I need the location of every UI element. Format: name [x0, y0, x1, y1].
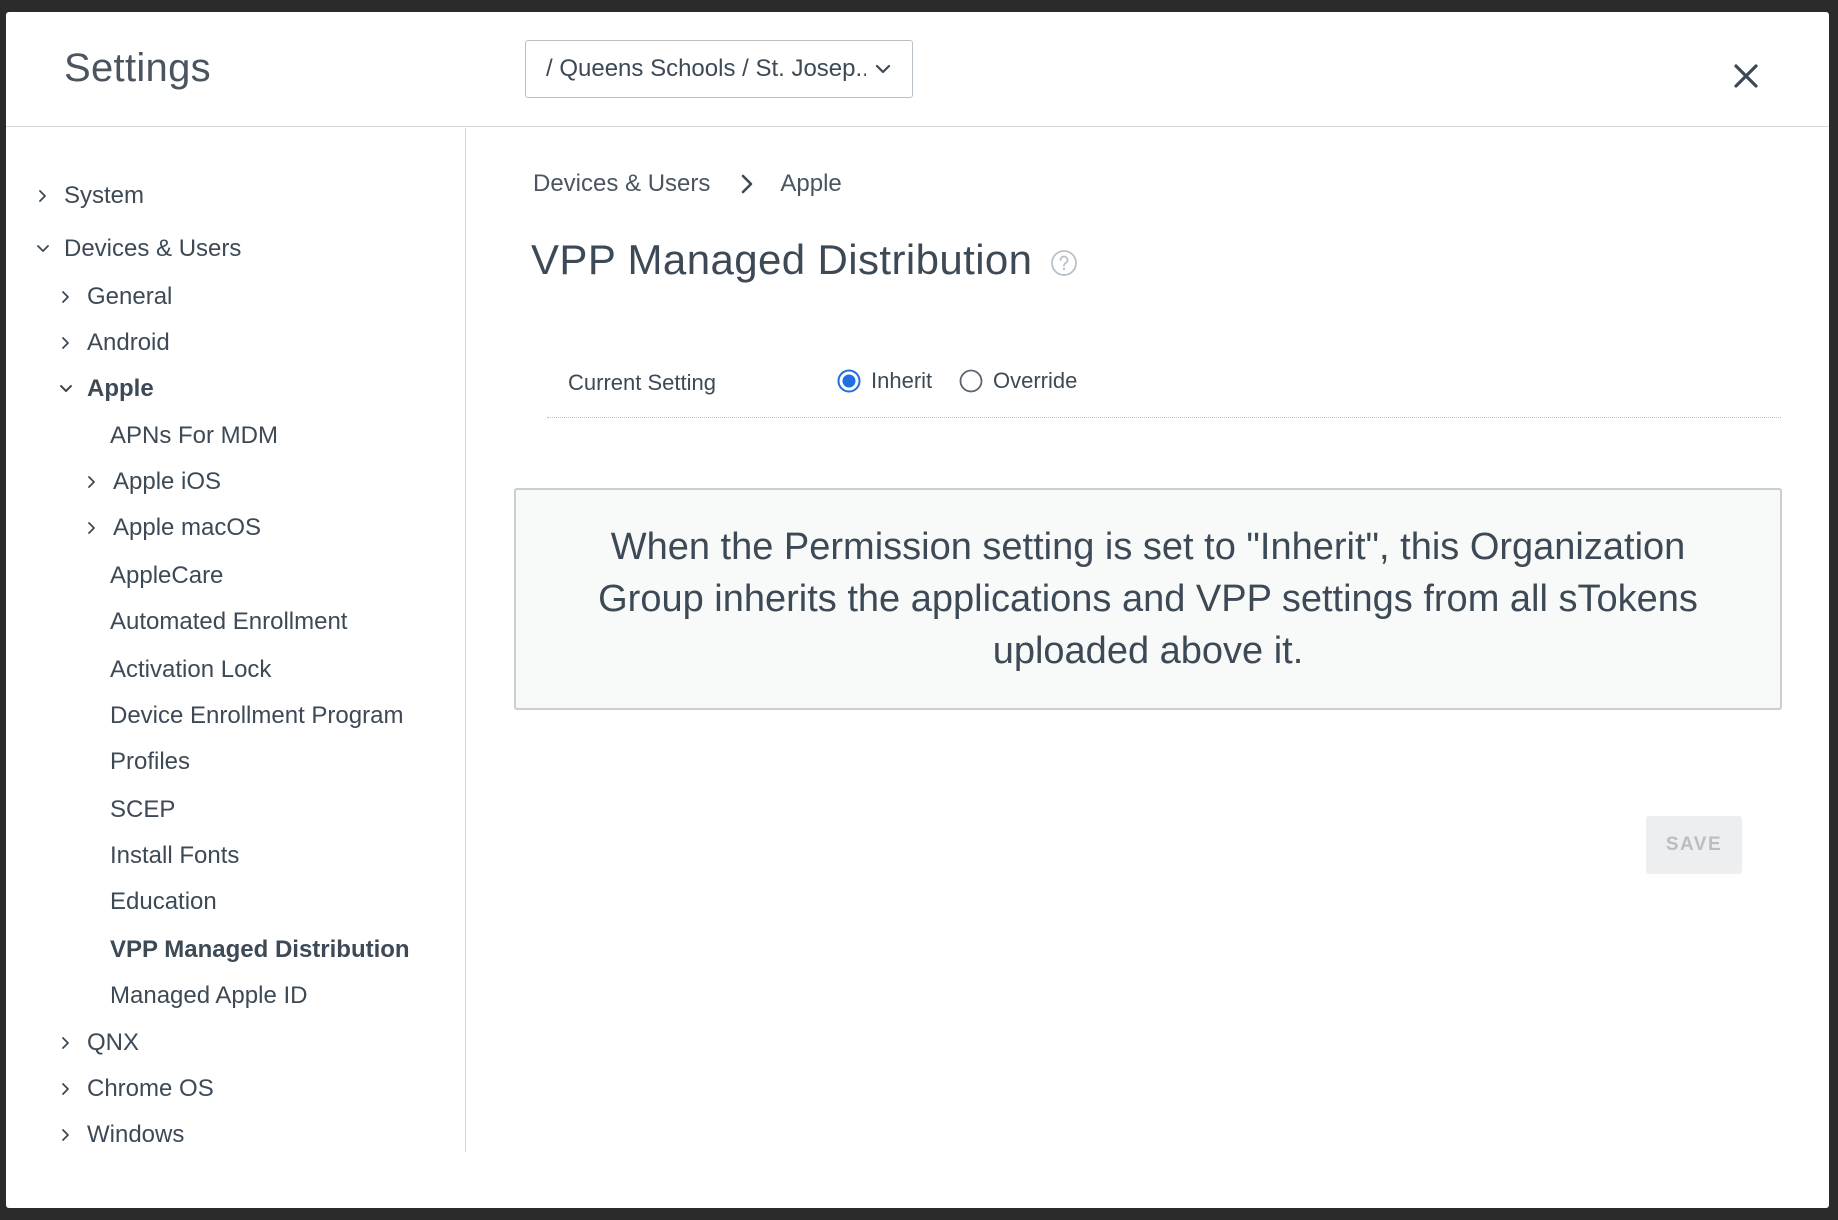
sidebar-item-qnx[interactable]: QNX	[59, 1029, 139, 1057]
sidebar-item-label: Managed Apple ID	[110, 982, 308, 1009]
sidebar-item-education[interactable]: Education	[110, 888, 217, 916]
sidebar-item-devices-users[interactable]: Devices & Users	[36, 235, 241, 263]
inherit-info-box: When the Permission setting is set to "I…	[514, 488, 1782, 710]
radio-override-label: Override	[993, 368, 1078, 393]
settings-modal: Settings / Queens Schools / St. Josep...…	[6, 12, 1829, 1208]
close-icon[interactable]	[1726, 56, 1766, 96]
sidebar-item-label: Android	[87, 329, 170, 356]
sidebar-item-label: Devices & Users	[64, 235, 242, 262]
modal-title: Settings	[64, 46, 211, 90]
sidebar-item-apple[interactable]: Apple	[59, 375, 154, 403]
sidebar-item-chrome-os[interactable]: Chrome OS	[59, 1075, 214, 1103]
sidebar-item-managed-apple-id[interactable]: Managed Apple ID	[110, 982, 307, 1010]
sidebar-item-vpp-managed-distribution[interactable]: VPP Managed Distribution	[110, 936, 410, 964]
sidebar-item-device-enrollment-program[interactable]: Device Enrollment Program	[110, 702, 403, 730]
sidebar-item-activation-lock[interactable]: Activation Lock	[110, 656, 271, 684]
current-setting-label: Current Setting	[568, 370, 716, 395]
chevron-down-icon	[37, 245, 49, 252]
sidebar-item-label: Apple macOS	[113, 514, 262, 541]
chevron-down-icon	[875, 64, 891, 74]
radio-inherit-label: Inherit	[871, 368, 933, 393]
radio-inherit[interactable]: Inherit	[837, 368, 932, 394]
sidebar-item-label: Device Enrollment Program	[110, 702, 404, 729]
sidebar-item-install-fonts[interactable]: Install Fonts	[110, 842, 239, 870]
chevron-right-icon	[62, 337, 69, 349]
chevron-right-icon	[62, 291, 69, 303]
sidebar-item-label: Chrome OS	[87, 1075, 214, 1102]
modal-header: Settings / Queens Schools / St. Josep...	[6, 12, 1829, 127]
radio-override[interactable]: Override	[959, 368, 1077, 394]
organization-group-select-value: / Queens Schools / St. Josep...	[546, 55, 866, 82]
sidebar-item-label: Education	[110, 888, 217, 915]
sidebar-item-profiles[interactable]: Profiles	[110, 748, 190, 776]
chevron-down-icon	[60, 385, 72, 392]
sidebar-item-apns-for-mdm[interactable]: APNs For MDM	[110, 422, 278, 450]
sidebar-item-label: Profiles	[110, 748, 191, 775]
sidebar-item-apple-ios[interactable]: Apple iOS	[85, 468, 221, 496]
sidebar-item-label: Activation Lock	[110, 656, 272, 683]
sidebar-item-automated-enrollment[interactable]: Automated Enrollment	[110, 608, 347, 636]
sidebar-item-label: Install Fonts	[110, 842, 240, 869]
sidebar-item-general[interactable]: General	[59, 283, 172, 311]
chevron-right-icon	[62, 1083, 69, 1095]
chevron-right-icon	[88, 476, 95, 488]
breadcrumb-item-devices-users[interactable]: Devices & Users	[533, 170, 710, 198]
sidebar-item-label: VPP Managed Distribution	[110, 936, 410, 963]
sidebar-item-apple-macos[interactable]: Apple macOS	[85, 514, 261, 542]
sidebar-item-label: General	[87, 283, 173, 310]
chevron-right-icon	[62, 1129, 69, 1141]
sidebar-item-label: SCEP	[110, 796, 176, 823]
radio-unselected-icon	[959, 369, 983, 393]
chevron-right-icon	[88, 522, 95, 534]
page-title-text: VPP Managed Distribution	[531, 236, 1033, 283]
sidebar-item-system[interactable]: System	[36, 182, 144, 210]
sidebar-item-android[interactable]: Android	[59, 329, 170, 357]
chevron-right-icon	[742, 174, 753, 194]
sidebar-item-label: Windows	[87, 1121, 185, 1148]
help-circle-icon[interactable]	[1050, 249, 1078, 277]
save-button[interactable]: SAVE	[1646, 816, 1742, 874]
sidebar-item-label: Apple	[87, 375, 154, 402]
inherit-info-text: When the Permission setting is set to "I…	[598, 526, 1698, 672]
current-setting-row: Current Setting Inherit Override	[547, 352, 1781, 418]
breadcrumb: Devices & Users Apple	[533, 170, 842, 198]
chevron-right-icon	[62, 1037, 69, 1049]
sidebar-item-label: System	[64, 182, 145, 209]
sidebar-item-scep[interactable]: SCEP	[110, 796, 175, 824]
organization-group-select[interactable]: / Queens Schools / St. Josep...	[525, 40, 913, 98]
sidebar-item-label: Apple iOS	[113, 468, 222, 495]
radio-selected-icon	[837, 369, 861, 393]
sidebar-item-applecare[interactable]: AppleCare	[110, 562, 223, 590]
sidebar-item-label: AppleCare	[110, 562, 224, 589]
chevron-right-icon	[39, 190, 46, 202]
sidebar-item-label: Automated Enrollment	[110, 608, 348, 635]
sidebar-item-label: QNX	[87, 1029, 140, 1056]
page-title: VPP Managed Distribution	[531, 236, 1078, 284]
settings-sidebar: System Devices & Users General Android A…	[6, 128, 466, 1152]
sidebar-item-label: APNs For MDM	[110, 422, 278, 449]
sidebar-item-windows[interactable]: Windows	[59, 1121, 184, 1149]
breadcrumb-item-apple: Apple	[780, 170, 842, 197]
